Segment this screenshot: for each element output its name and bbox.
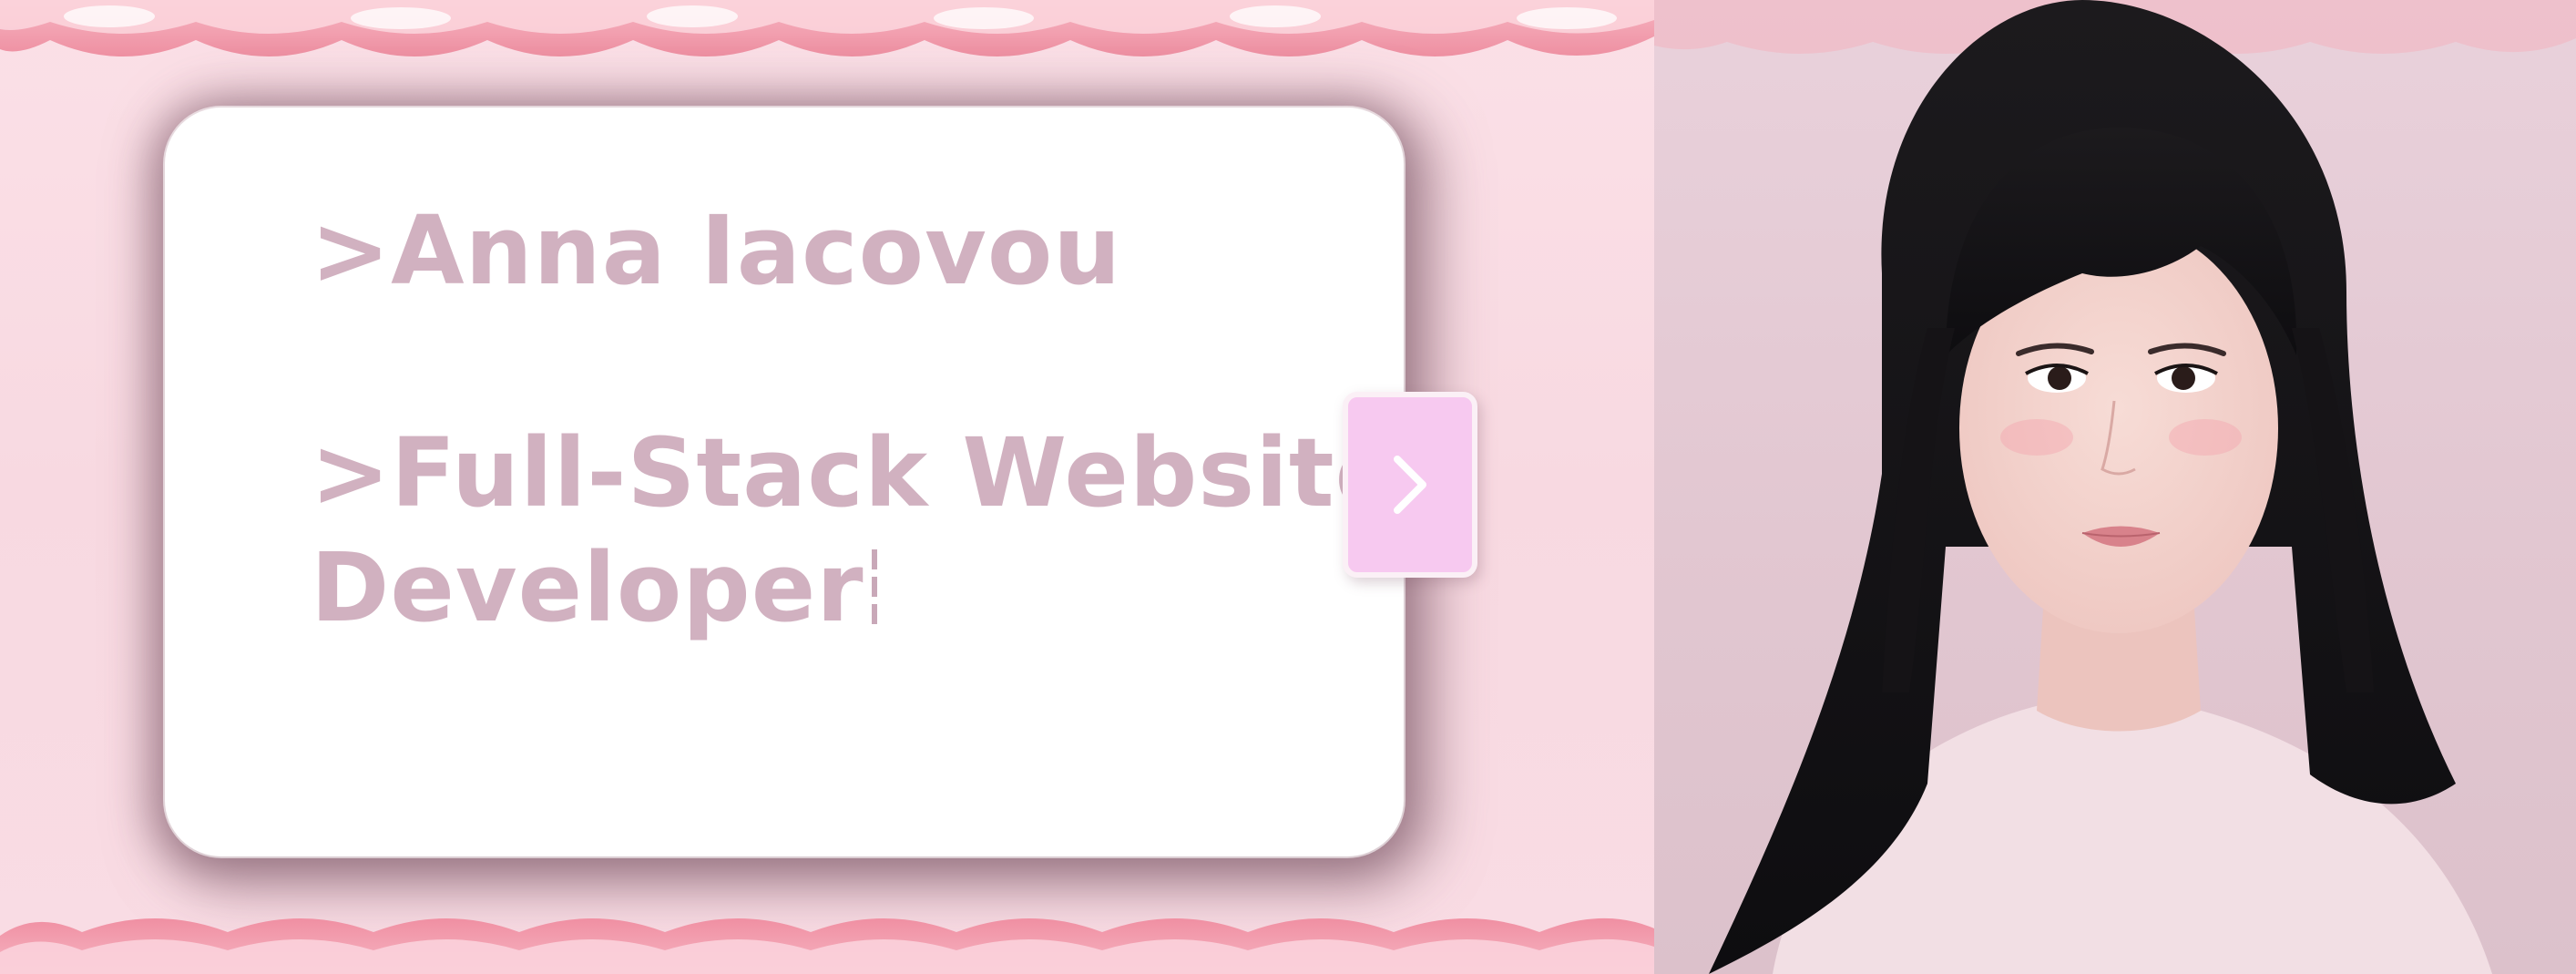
scallop-border-top — [0, 0, 1654, 56]
typing-caret-icon — [871, 549, 877, 631]
role-line-2-text: Developer — [311, 532, 864, 643]
role-text: >Full-Stack Website Developer — [311, 415, 1400, 645]
role-line-1: >Full-Stack Website — [311, 417, 1401, 528]
portrait-photo — [1654, 0, 2576, 974]
scallop-border-bottom — [0, 918, 1654, 974]
name-text: >Anna Iacovou — [311, 195, 1122, 306]
chevron-right-icon — [1394, 456, 1426, 514]
next-button[interactable] — [1343, 392, 1477, 578]
portrait-illustration — [1654, 0, 2576, 974]
hero-panel: >Anna Iacovou >Full-Stack Website Develo… — [0, 0, 1654, 974]
intro-card: >Anna Iacovou >Full-Stack Website Develo… — [165, 108, 1404, 856]
role-line-2: Developer — [311, 530, 1400, 645]
